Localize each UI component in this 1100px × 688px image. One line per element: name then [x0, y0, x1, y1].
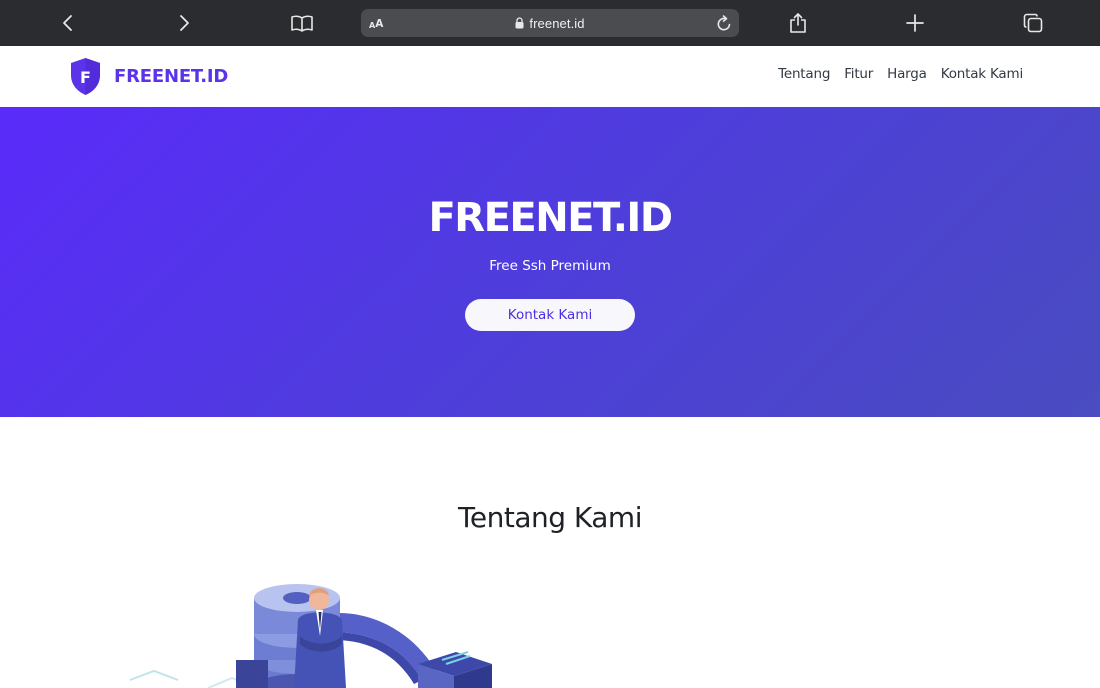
share-icon [790, 13, 806, 33]
text-size-big-glyph: A [375, 18, 384, 30]
bookmarks-icon [291, 15, 313, 32]
bookmarks-button[interactable] [287, 8, 317, 38]
tabs-overview-button[interactable] [1018, 8, 1048, 38]
address-bar[interactable]: AA freenet.id [361, 9, 739, 37]
new-tab-icon [906, 14, 924, 32]
server-businessman-illustration [129, 584, 492, 688]
reload-icon [717, 14, 731, 30]
lock-icon [515, 17, 524, 29]
hero-subtitle: Free Ssh Premium [489, 258, 611, 274]
reload-button[interactable] [714, 13, 734, 33]
nav-link-kontak-kami[interactable]: Kontak Kami [941, 66, 1023, 82]
hero-title: FREENET.ID [428, 195, 673, 241]
nav-link-tentang[interactable]: Tentang [778, 66, 830, 82]
new-tab-button[interactable] [900, 8, 930, 38]
brand-name: FREENET.ID [114, 66, 229, 87]
forward-icon [180, 15, 189, 31]
text-size-button[interactable]: AA [369, 9, 383, 37]
browser-toolbar: AA freenet.id [0, 0, 1100, 46]
tabs-icon [1023, 13, 1043, 33]
brand-logo-link[interactable]: F FREENET.ID [69, 57, 228, 96]
hero-section: FREENET.ID Free Ssh Premium Kontak Kami [0, 107, 1100, 417]
site-header: F FREENET.ID Tentang Fitur Harga Kontak … [0, 46, 1100, 107]
brand-letter: F [80, 68, 91, 87]
about-section-title: Tentang Kami [458, 501, 642, 534]
nav-link-harga[interactable]: Harga [887, 66, 927, 82]
url-text: freenet.id [529, 15, 585, 31]
back-button[interactable] [53, 8, 83, 38]
forward-button[interactable] [169, 8, 199, 38]
share-button[interactable] [783, 8, 813, 38]
shield-logo-icon: F [71, 58, 100, 95]
contact-us-button[interactable]: Kontak Kami [465, 299, 635, 331]
main-nav: Tentang Fitur Harga Kontak Kami [778, 66, 1023, 82]
nav-link-fitur[interactable]: Fitur [844, 66, 873, 82]
back-icon [63, 15, 72, 31]
server-illustration [120, 576, 510, 688]
